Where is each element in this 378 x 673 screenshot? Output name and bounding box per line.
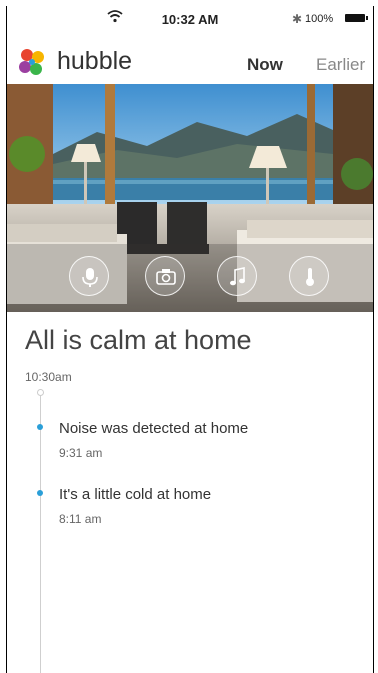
thermometer-icon bbox=[306, 268, 314, 286]
app-logo-text: hubble bbox=[57, 47, 133, 75]
timeline-dot bbox=[37, 424, 43, 430]
temperature-button[interactable] bbox=[289, 256, 329, 296]
status-bar: 10:32 AM ✱ 100% bbox=[7, 6, 373, 32]
hubble-logo-icon bbox=[19, 49, 44, 75]
camera-icon bbox=[156, 269, 176, 285]
event-title[interactable]: Noise was detected at home bbox=[59, 420, 248, 437]
microphone-button[interactable] bbox=[69, 256, 109, 296]
event-title[interactable]: It's a little cold at home bbox=[59, 486, 211, 503]
tab-earlier[interactable]: Earlier bbox=[316, 55, 365, 75]
phone-screen: 10:32 AM ✱ 100% hubble Now Earlier All i… bbox=[6, 6, 374, 673]
music-icon bbox=[230, 267, 245, 286]
tab-now[interactable]: Now bbox=[247, 55, 283, 75]
timeline-start-marker bbox=[37, 389, 44, 396]
timeline-line bbox=[40, 394, 41, 673]
microphone-icon bbox=[82, 268, 98, 287]
bluetooth-icon: ✱ bbox=[292, 12, 303, 26]
event-time: 9:31 am bbox=[59, 446, 103, 460]
music-button[interactable] bbox=[217, 256, 257, 296]
camera-view[interactable] bbox=[7, 84, 373, 312]
camera-button[interactable] bbox=[145, 256, 185, 296]
battery-icon bbox=[345, 14, 368, 22]
battery-percent: 100% bbox=[305, 13, 334, 25]
event-time: 8:11 am bbox=[59, 512, 102, 526]
app-header: hubble Now Earlier bbox=[7, 36, 373, 84]
status-time-label: 10:30am bbox=[25, 370, 72, 384]
timeline-dot bbox=[37, 490, 43, 496]
camera-actions bbox=[7, 256, 373, 300]
status-headline: All is calm at home bbox=[25, 325, 252, 355]
